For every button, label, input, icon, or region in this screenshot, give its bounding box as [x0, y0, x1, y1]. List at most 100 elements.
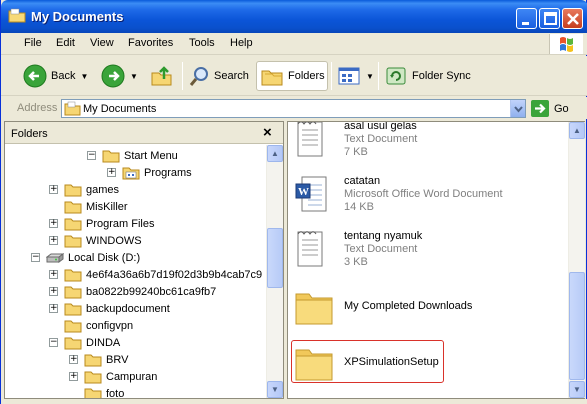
tree-item-label: configvpn — [86, 319, 134, 332]
search-icon — [189, 67, 208, 86]
tree-item-backupdocument[interactable]: + backupdocument — [49, 300, 170, 317]
tree-item-label: BRV — [106, 353, 129, 366]
folder-sync-button[interactable]: Folder Sync — [384, 61, 471, 91]
up-folder-icon — [151, 66, 172, 86]
forward-dropdown-icon[interactable]: ▼ — [130, 72, 138, 81]
expand-icon[interactable]: + — [49, 287, 58, 296]
menu-tools[interactable]: Tools — [189, 37, 215, 49]
collapse-icon[interactable]: − — [31, 253, 40, 262]
tree-item-program-files[interactable]: + Program Files — [49, 215, 154, 232]
folders-pane-header: Folders × — [5, 122, 283, 144]
scroll-down-icon[interactable]: ▼ — [267, 381, 283, 398]
expand-icon[interactable]: + — [49, 185, 58, 194]
tree-item-label: foto — [106, 387, 125, 399]
folders-button[interactable]: Folders — [256, 61, 328, 91]
text-document-icon — [297, 122, 323, 157]
file-size: 14 KB — [344, 201, 374, 213]
programs-folder-icon — [122, 167, 140, 179]
maximize-button[interactable] — [539, 8, 560, 29]
search-label: Search — [214, 70, 249, 82]
scrollbar-thumb[interactable] — [267, 228, 283, 288]
expand-icon[interactable]: + — [69, 355, 78, 364]
address-dropdown-icon[interactable] — [510, 100, 525, 117]
go-label: Go — [554, 102, 569, 115]
toolbar-separator — [331, 62, 332, 90]
menu-edit[interactable]: Edit — [56, 37, 75, 49]
expand-icon[interactable]: + — [107, 168, 116, 177]
tree-item-start-menu[interactable]: − Start Menu — [87, 147, 178, 164]
file-item[interactable]: asal usul gelas Text Document 7 KB — [288, 122, 569, 164]
file-size: 3 KB — [344, 256, 368, 268]
back-dropdown-icon[interactable]: ▼ — [80, 72, 88, 81]
scroll-up-icon[interactable]: ▲ — [267, 145, 283, 162]
forward-button[interactable]: ▼ — [101, 61, 138, 91]
minimize-icon — [522, 22, 529, 25]
tree-item-programs[interactable]: + Programs — [107, 164, 192, 181]
address-input[interactable]: My Documents — [61, 99, 526, 118]
file-name: asal usul gelas — [344, 122, 417, 132]
up-folder-button[interactable] — [149, 61, 175, 91]
folder-icon — [84, 371, 102, 383]
tree-item-games[interactable]: + games — [49, 181, 119, 198]
menu-favorites[interactable]: Favorites — [128, 37, 173, 49]
collapse-icon[interactable]: − — [49, 338, 58, 347]
views-button[interactable]: ▼ — [337, 61, 374, 91]
tree-item-foto[interactable]: foto — [84, 385, 124, 398]
file-item[interactable]: tentang nyamuk Text Document 3 KB — [288, 228, 569, 276]
folder-sync-icon — [386, 67, 406, 85]
toolbar-separator — [182, 62, 183, 90]
folder-icon — [64, 201, 82, 213]
close-button[interactable] — [562, 8, 583, 29]
folders-icon — [261, 70, 283, 86]
scrollbar-thumb[interactable] — [569, 272, 585, 380]
menu-view[interactable]: View — [90, 37, 114, 49]
windows-logo-icon — [549, 34, 583, 54]
go-arrow-icon — [531, 100, 549, 117]
tree-item-windows[interactable]: + WINDOWS — [49, 232, 142, 249]
menu-file[interactable]: File — [24, 37, 42, 49]
expand-icon[interactable]: + — [49, 219, 58, 228]
expand-icon[interactable]: + — [49, 236, 58, 245]
scroll-up-icon[interactable]: ▲ — [569, 122, 585, 139]
folders-pane: Folders × − Start Menu + Programs + game… — [4, 121, 284, 399]
file-list: asal usul gelas Text Document 7 KB W cat… — [288, 122, 569, 398]
menu-help[interactable]: Help — [230, 37, 253, 49]
tree-item-local-disk-d[interactable]: − Local Disk (D:) — [31, 249, 140, 266]
back-button[interactable]: Back ▼ — [23, 61, 88, 91]
window-bottom-border — [1, 399, 587, 404]
folder-icon — [84, 388, 102, 398]
search-button[interactable]: Search — [188, 61, 249, 91]
tree-item-dinda[interactable]: − DINDA — [49, 334, 120, 351]
window-title: My Documents — [31, 9, 124, 24]
collapse-icon[interactable]: − — [87, 151, 96, 160]
hard-drive-icon — [46, 252, 64, 263]
back-arrow-icon — [23, 64, 47, 88]
my-documents-icon — [64, 101, 81, 116]
tree-item-campuran[interactable]: + Campuran — [69, 368, 157, 385]
minimize-button[interactable] — [516, 8, 537, 29]
expand-icon[interactable]: + — [69, 372, 78, 381]
scroll-down-icon[interactable]: ▼ — [569, 381, 585, 398]
folder-icon — [64, 184, 82, 196]
expand-icon[interactable]: + — [49, 304, 58, 313]
folder-item[interactable]: My Completed Downloads — [288, 284, 569, 332]
folder-icon — [64, 320, 82, 332]
expand-icon[interactable]: + — [49, 270, 58, 279]
file-list-scrollbar[interactable]: ▲ ▼ — [568, 122, 585, 398]
tree-item-label: DINDA — [86, 336, 121, 349]
file-item[interactable]: W catatan Microsoft Office Word Document… — [288, 172, 569, 220]
folders-scrollbar[interactable]: ▲ ▼ — [266, 145, 283, 398]
title-bar[interactable]: My Documents — [1, 0, 587, 33]
explorer-window: My Documents File Edit View Favorites To… — [0, 0, 587, 404]
folder-tree: − Start Menu + Programs + games MisKille… — [5, 145, 267, 398]
folders-pane-close-button[interactable]: × — [263, 124, 272, 141]
tree-item-ba0822b9[interactable]: + ba0822b99240bc61ca9fb7 — [49, 283, 216, 300]
tree-item-configvpn[interactable]: configvpn — [64, 317, 133, 334]
tree-item-miskiller[interactable]: MisKiller — [64, 198, 128, 215]
go-button[interactable]: Go — [531, 100, 569, 117]
file-type: Text Document — [344, 133, 418, 145]
folder-icon — [64, 218, 82, 230]
tree-item-brv[interactable]: + BRV — [69, 351, 128, 368]
views-dropdown-icon[interactable]: ▼ — [366, 72, 374, 81]
tree-item-4e6f4a36[interactable]: + 4e6f4a36a6b7d19f02d3b9b4cab7c9 — [49, 266, 262, 283]
